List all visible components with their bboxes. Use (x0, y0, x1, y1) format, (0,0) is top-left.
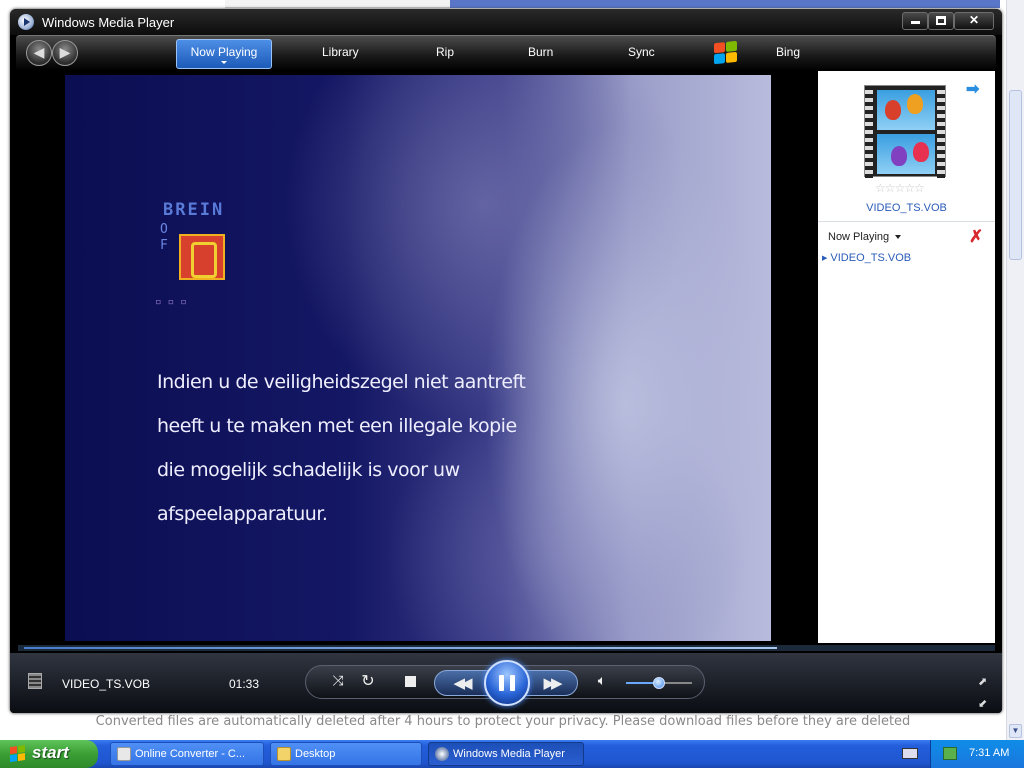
rewind-icon: ◀◀ (453, 675, 472, 692)
windows-logo-icon (10, 745, 26, 763)
minimize-button[interactable] (902, 12, 928, 30)
tab-burn[interactable]: Burn (528, 45, 553, 59)
tab-label: Now Playing (190, 45, 258, 59)
conversion-notice: Converted files are automatically delete… (95, 714, 911, 729)
browser-icon (117, 747, 131, 761)
taskbar-item-desktop[interactable]: Desktop (270, 742, 422, 766)
start-label: start (32, 743, 69, 762)
network-icon[interactable] (943, 747, 957, 760)
previous-button[interactable]: ◀◀ (449, 674, 473, 692)
playlist-item-label: VIDEO_TS.VOB (830, 252, 912, 264)
now-playing-list-label: Now Playing (828, 231, 890, 243)
fullscreen-button[interactable]: ⬈ (978, 675, 987, 688)
switch-to-library-button[interactable]: ⬋ (978, 697, 987, 710)
playlist-pane: ➡ ☆☆☆☆☆ VIDEO_TS.VOB Now Playing ✗ ▶ VIDE… (818, 71, 995, 643)
subtitle-line: heeft u te maken met een illegale kopie (157, 415, 517, 437)
back-button[interactable]: ◀ (26, 40, 52, 66)
current-media-title: VIDEO_TS.VOB (62, 677, 151, 691)
forward-arrow-icon: ▶ (59, 44, 71, 60)
clear-list-icon[interactable]: ✗ (969, 227, 983, 247)
media-player-icon (435, 747, 449, 761)
album-art-thumbnail[interactable] (864, 85, 946, 178)
forward-button[interactable]: ▶ (52, 40, 78, 66)
shuffle-icon: ⤨ (332, 672, 344, 688)
start-button[interactable]: start (0, 740, 98, 768)
scrollbar-thumb[interactable] (1009, 90, 1022, 260)
repeat-button[interactable]: ↻ (358, 671, 378, 691)
speaker-icon: 🔈︎ (597, 672, 607, 688)
tab-sync[interactable]: Sync (628, 45, 655, 59)
fast-forward-icon: ▶▶ (543, 675, 562, 692)
subtitle-line: Indien u de veiligheidszegel niet aantre… (157, 371, 526, 393)
seek-progress (24, 647, 777, 649)
subtitle-line: afspeelapparatuur. (157, 503, 328, 525)
playing-indicator-icon: ▶ (822, 255, 828, 263)
mute-button[interactable]: 🔈︎ (592, 672, 612, 689)
folder-icon (277, 747, 291, 761)
taskbar-item-label: Online Converter - C... (135, 748, 246, 760)
taskbar-item-online-converter[interactable]: Online Converter - C... (110, 742, 264, 766)
fullscreen-icon: ⬈ (978, 676, 988, 688)
keyboard-icon[interactable] (902, 748, 918, 759)
pause-icon (499, 675, 504, 691)
shuffle-button[interactable]: ⤨ (328, 672, 348, 689)
taskbar: start Online Converter - C... Desktop Wi… (0, 740, 1024, 768)
taskbar-item-windows-media-player[interactable]: Windows Media Player (428, 742, 584, 766)
subtitle-line: die mogelijk schadelijk is voor uw (157, 459, 460, 481)
media-player-app-icon (18, 14, 34, 30)
back-arrow-icon: ◀ (33, 44, 45, 60)
next-button[interactable]: ▶▶ (539, 674, 563, 692)
logo-text: BREIN (163, 200, 225, 220)
media-player-window: Windows Media Player ✕ ◀ ▶ Now Playing L… (10, 9, 1002, 713)
page-scrollbar[interactable]: ▼ (1006, 0, 1024, 740)
maximize-icon (936, 16, 946, 25)
tab-now-playing[interactable]: Now Playing (176, 39, 272, 69)
stop-button[interactable] (405, 676, 416, 687)
now-playing-list-dropdown[interactable]: Now Playing (828, 231, 902, 243)
volume-slider[interactable] (626, 677, 692, 689)
tab-library[interactable]: Library (322, 45, 359, 59)
system-tray: 7:31 AM (930, 740, 1024, 768)
tab-rip[interactable]: Rip (436, 45, 454, 59)
taskbar-item-label: Windows Media Player (453, 748, 565, 760)
chevron-down-icon (895, 235, 902, 240)
tab-bing[interactable]: Bing (776, 45, 800, 59)
video-display-area[interactable]: BREIN OF ▫▫▫ Indien u de veiligheidszege… (18, 71, 818, 643)
volume-knob[interactable] (653, 677, 665, 689)
taskbar-item-label: Desktop (295, 748, 336, 760)
background-browser-bar (225, 0, 450, 8)
seek-bar[interactable] (18, 645, 995, 651)
clock[interactable]: 7:31 AM (969, 747, 1009, 759)
media-file-icon (28, 673, 42, 689)
background-browser-header (450, 0, 1000, 8)
album-art-caption[interactable]: VIDEO_TS.VOB (818, 202, 995, 214)
scroll-down-icon[interactable]: ▼ (1009, 724, 1022, 738)
transport-controls: ⤨ ↻ ◀◀ ▶▶ 🔈︎ (305, 660, 705, 706)
chevron-down-icon (221, 61, 227, 64)
windows-flag-icon (714, 40, 738, 66)
rating-stars[interactable]: ☆☆☆☆☆ (875, 181, 925, 195)
title-bar[interactable]: Windows Media Player ✕ (10, 9, 1002, 35)
show-list-arrow-icon[interactable]: ➡ (966, 79, 979, 99)
maximize-button[interactable] (928, 12, 954, 30)
close-icon: ✕ (968, 13, 980, 27)
brein-logo: BREIN OF ▫▫▫ (155, 200, 225, 308)
playback-control-bar: VIDEO_TS.VOB 01:33 ⤨ ↻ ◀◀ ▶▶ 🔈︎ ⬈ ⬋ (10, 653, 1002, 713)
divider (818, 221, 995, 222)
minimize-icon (910, 21, 920, 24)
close-button[interactable]: ✕ (954, 12, 994, 30)
current-time: 01:33 (229, 677, 260, 691)
playlist-item[interactable]: ▶ VIDEO_TS.VOB (822, 252, 911, 264)
pause-button[interactable] (484, 660, 530, 706)
navigation-bar: ◀ ▶ Now Playing Library Rip Burn Sync Bi… (16, 35, 996, 71)
video-frame[interactable]: BREIN OF ▫▫▫ Indien u de veiligheidszege… (65, 75, 771, 641)
switch-mode-icon: ⬋ (978, 698, 988, 710)
window-title: Windows Media Player (42, 15, 175, 30)
repeat-icon: ↻ (361, 673, 375, 690)
